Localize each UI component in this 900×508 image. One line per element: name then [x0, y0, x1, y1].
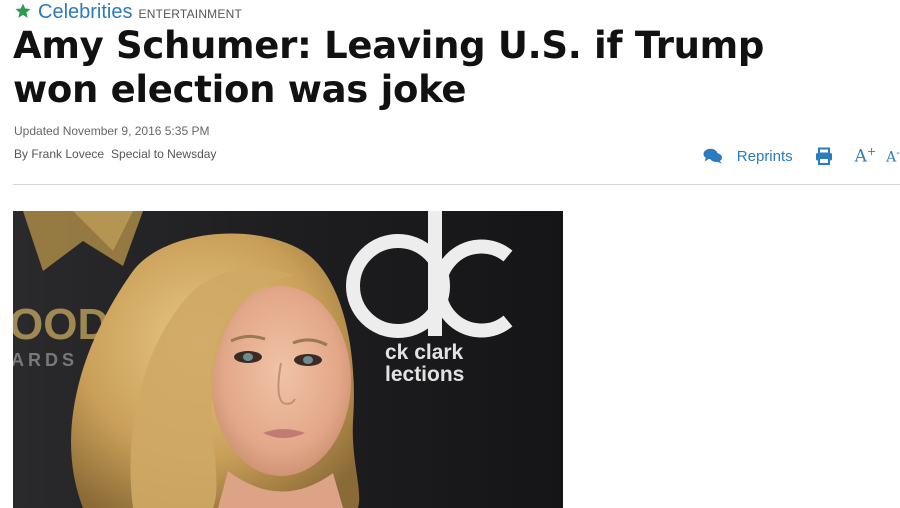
increase-font-label: A [854, 146, 867, 167]
byline: By Frank Lovece Special to Newsday [14, 147, 216, 161]
decrease-font-label: A [886, 149, 897, 166]
increase-font-button[interactable]: A+ [855, 145, 877, 167]
article-headline: Amy Schumer: Leaving U.S. if Trump won e… [13, 24, 765, 111]
author-link[interactable]: By Frank Lovece [14, 147, 104, 161]
section-tag: ENTERTAINMENT [138, 7, 242, 21]
article-photo[interactable]: OOD ARDS ck clark lections [13, 211, 563, 508]
decrease-font-sup: - [896, 146, 900, 160]
updated-timestamp: Updated November 9, 2016 5:35 PM [14, 124, 210, 138]
article-tools: Reprints A+ A- [703, 144, 900, 168]
logo-text-line1: ck clark [385, 341, 464, 364]
reprints-label: Reprints [736, 147, 793, 165]
print-icon[interactable] [815, 147, 833, 165]
comments-icon [703, 148, 722, 164]
star-icon [15, 3, 31, 18]
logo-text-line2: lections [385, 363, 464, 386]
section-header: Celebrities ENTERTAINMENT [14, 0, 242, 24]
increase-font-sup: + [866, 145, 877, 159]
decrease-font-button[interactable]: A- [886, 146, 900, 166]
backdrop-text-bottom: ARDS [13, 350, 78, 370]
section-link[interactable]: Celebrities [38, 1, 132, 24]
reprints-button[interactable]: Reprints [703, 148, 815, 165]
header-divider [13, 184, 900, 185]
author-affiliation: Special to Newsday [111, 147, 217, 161]
